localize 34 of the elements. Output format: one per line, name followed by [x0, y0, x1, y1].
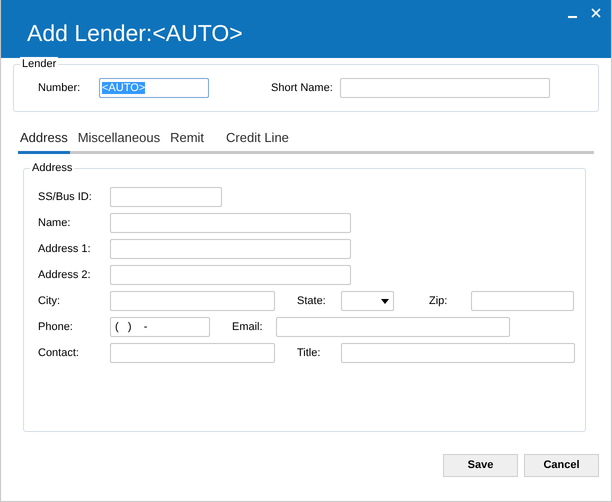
window-title: Add Lender:<AUTO>: [27, 20, 243, 46]
field-label: Zip:: [429, 294, 448, 309]
field-label: Number:: [38, 81, 82, 96]
field-label: State:: [297, 294, 327, 309]
text-field[interactable]: [110, 239, 351, 259]
tab[interactable]: Remit: [168, 130, 206, 154]
tab[interactable]: Address: [18, 130, 70, 154]
field-label: Email:: [232, 320, 264, 335]
tab[interactable]: Miscellaneous: [76, 130, 162, 154]
dialog-button[interactable]: Save: [443, 454, 518, 477]
text-field[interactable]: [110, 343, 275, 363]
dialog-button[interactable]: Cancel: [524, 454, 599, 477]
state-dropdown[interactable]: [341, 291, 394, 311]
field-label: City:: [38, 294, 61, 309]
text-field[interactable]: [110, 187, 222, 207]
text-field[interactable]: [471, 291, 574, 311]
text-field[interactable]: [110, 265, 351, 285]
field-label: Phone:: [38, 320, 74, 335]
text-field[interactable]: [110, 213, 351, 233]
short-name-field[interactable]: [340, 78, 550, 98]
text-field[interactable]: [110, 291, 275, 311]
caret-icon: [381, 298, 389, 304]
text-field[interactable]: [341, 343, 575, 363]
text-field[interactable]: ( ) -: [110, 317, 210, 337]
field-label: Address 1:: [38, 242, 92, 257]
text-field[interactable]: [276, 317, 510, 337]
field-label: Name:: [38, 216, 72, 231]
field-label: Contact:: [38, 346, 80, 361]
field-label: Address 2:: [38, 268, 92, 283]
field-label: Title:: [297, 346, 322, 361]
field-label: SS/Bus ID:: [38, 190, 93, 205]
tab[interactable]: Credit Line: [224, 130, 291, 154]
field-label: Short Name:: [271, 81, 334, 96]
close-icon[interactable]: [591, 8, 601, 18]
